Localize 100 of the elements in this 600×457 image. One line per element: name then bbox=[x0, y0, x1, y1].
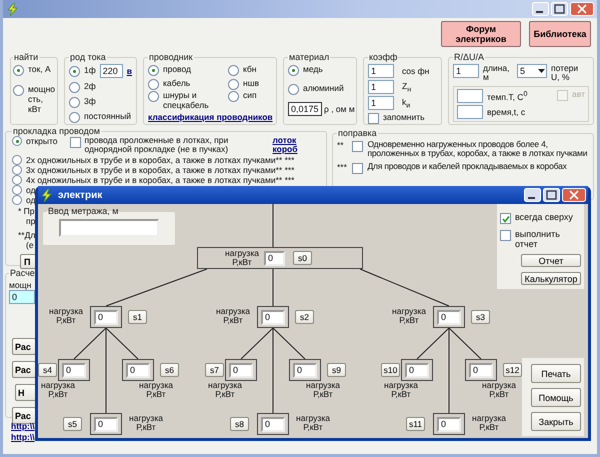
length-field[interactable]: 1 bbox=[453, 64, 479, 78]
node-button[interactable]: s7 bbox=[205, 363, 224, 377]
node-button[interactable]: s6 bbox=[160, 363, 179, 377]
link[interactable]: лоток bbox=[272, 136, 298, 145]
checkbox[interactable] bbox=[500, 213, 511, 224]
radio-button[interactable] bbox=[288, 84, 299, 95]
temperature-label: темп.T, C$^{0}$ bbox=[487, 90, 528, 102]
node-button[interactable]: s11 bbox=[406, 417, 425, 431]
voltage-unit-link[interactable]: в bbox=[126, 66, 132, 76]
radio-button[interactable] bbox=[12, 195, 22, 205]
power-field[interactable]: 0 bbox=[9, 290, 35, 304]
temperature-field[interactable] bbox=[457, 89, 483, 103]
node-button[interactable]: s0 bbox=[293, 251, 312, 265]
load-field[interactable]: 0 bbox=[62, 362, 86, 378]
web-link[interactable]: http:\\ bbox=[11, 432, 35, 442]
maximize-icon[interactable] bbox=[543, 188, 560, 202]
resistivity-unit: ρ , ом м bbox=[324, 104, 355, 114]
calc-button[interactable]: Рас bbox=[12, 407, 36, 424]
radio-button[interactable] bbox=[148, 91, 159, 102]
node-button[interactable]: s1 bbox=[128, 310, 147, 324]
action-button[interactable]: Помощь bbox=[531, 388, 581, 407]
link[interactable]: короб bbox=[272, 145, 298, 154]
node-button[interactable]: s5 bbox=[63, 417, 82, 431]
library-button[interactable]: Библиотека bbox=[529, 21, 591, 47]
radio-button[interactable] bbox=[12, 185, 22, 195]
radio-label: провод bbox=[163, 64, 191, 74]
radio-button[interactable] bbox=[148, 79, 159, 90]
radio-button[interactable] bbox=[69, 82, 80, 93]
calc-button[interactable]: Рас bbox=[12, 338, 36, 355]
radio-button[interactable] bbox=[12, 175, 22, 185]
action-button[interactable]: Печать bbox=[531, 364, 581, 383]
radio-button[interactable] bbox=[288, 65, 299, 76]
time-label: время,t, с bbox=[487, 107, 526, 117]
radio-label: открыто bbox=[26, 136, 58, 146]
node-button[interactable]: s10 bbox=[381, 363, 400, 377]
note-text: **Дл bbox=[18, 230, 36, 240]
checkbox[interactable] bbox=[352, 141, 364, 152]
load-field[interactable]: 0 bbox=[261, 310, 285, 324]
radio-button[interactable] bbox=[228, 91, 239, 102]
footnote-mark: ** bbox=[337, 140, 345, 150]
classification-link[interactable]: классификация проводников bbox=[148, 112, 273, 122]
close-icon[interactable] bbox=[562, 188, 586, 202]
checkbox[interactable] bbox=[500, 230, 511, 241]
load-field[interactable]: 0 bbox=[469, 362, 493, 378]
load-field[interactable]: 0 bbox=[293, 362, 317, 378]
checkbox[interactable] bbox=[70, 137, 81, 148]
node-button[interactable]: s8 bbox=[230, 417, 249, 431]
forum-button[interactable]: Форум электриков bbox=[441, 21, 521, 47]
voltage-field[interactable]: 220 bbox=[100, 64, 123, 78]
radio-button[interactable] bbox=[69, 97, 80, 108]
group-title: род тока bbox=[69, 52, 107, 62]
radio-button[interactable] bbox=[69, 66, 80, 77]
radio-button[interactable] bbox=[12, 165, 22, 175]
load-field[interactable]: 0 bbox=[94, 416, 118, 432]
minimize-icon[interactable] bbox=[524, 188, 541, 202]
maximize-icon[interactable] bbox=[551, 2, 568, 16]
radio-button[interactable] bbox=[12, 155, 22, 165]
radio-button[interactable] bbox=[148, 65, 159, 76]
node-button[interactable]: s9 bbox=[327, 363, 346, 377]
minimize-icon[interactable] bbox=[532, 2, 549, 16]
meter-field[interactable] bbox=[59, 219, 159, 237]
node-button[interactable]: s4 bbox=[38, 363, 57, 377]
coefficient-field[interactable]: 1 bbox=[368, 80, 394, 94]
load-field[interactable]: 0 bbox=[94, 310, 118, 324]
coefficient-label: Z$_{н}$ bbox=[402, 80, 412, 94]
load-field[interactable]: 0 bbox=[437, 416, 461, 432]
losses-dropdown[interactable]: 5 bbox=[517, 64, 547, 78]
node-button[interactable]: s2 bbox=[295, 310, 314, 324]
coefficient-field[interactable]: 1 bbox=[368, 96, 394, 110]
load-field[interactable]: 0 bbox=[229, 362, 253, 378]
close-icon[interactable] bbox=[570, 2, 594, 16]
load-field[interactable]: 0 bbox=[126, 362, 150, 378]
load-field[interactable]: 0 bbox=[261, 416, 285, 432]
action-button[interactable]: Отчет bbox=[521, 254, 581, 267]
load-field[interactable]: 0 bbox=[405, 362, 429, 378]
web-link[interactable]: http:\\ bbox=[11, 421, 35, 431]
radio-button[interactable] bbox=[228, 65, 239, 76]
checkbox[interactable] bbox=[352, 163, 364, 174]
radio-label: 2х одножильных в трубе и в коробах, а также в лотках пучками** *** bbox=[26, 155, 294, 165]
radio-button[interactable] bbox=[13, 85, 24, 96]
action-button[interactable]: Калькулятор bbox=[521, 272, 581, 285]
coefficient-field[interactable]: 1 bbox=[368, 64, 394, 78]
load-field[interactable]: 0 bbox=[437, 310, 461, 324]
radio-button[interactable] bbox=[12, 136, 22, 146]
action-button[interactable]: Закрыть bbox=[531, 412, 581, 431]
resistivity-field[interactable]: 0,0175 bbox=[288, 102, 322, 116]
radio-button[interactable] bbox=[13, 65, 24, 76]
radio-button[interactable] bbox=[69, 112, 80, 123]
load-field[interactable]: 0 bbox=[264, 250, 285, 266]
node-button[interactable]: s12 bbox=[503, 363, 522, 377]
checkbox[interactable] bbox=[368, 113, 379, 124]
radio-button[interactable] bbox=[228, 79, 239, 90]
group-title: коэфф bbox=[368, 52, 398, 62]
node-button[interactable]: s3 bbox=[471, 310, 490, 324]
calc-button[interactable]: Рас bbox=[12, 361, 36, 378]
time-field[interactable] bbox=[457, 105, 483, 119]
window-title: электрик bbox=[58, 190, 102, 200]
group-title: найти bbox=[13, 52, 40, 62]
note-text: * Пр bbox=[18, 206, 35, 216]
checkbox-label: провода проложенные в лотках, при однорядной прокладке (не в пучках) bbox=[84, 136, 230, 154]
